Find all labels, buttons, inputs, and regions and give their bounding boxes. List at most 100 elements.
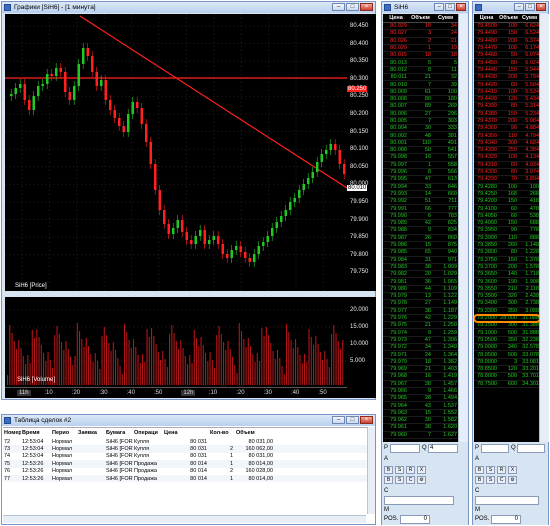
bid-row[interactable]: 79.4420 60 5.594 xyxy=(474,81,540,89)
bid-row[interactable]: 79.4440 150 5.944 xyxy=(474,67,540,75)
ask-row[interactable]: 80.004 30 333 xyxy=(383,125,458,133)
bid-row[interactable]: 79.4460 50 6.074 xyxy=(474,52,540,60)
bid-row[interactable]: 80.015 18 18 xyxy=(383,52,458,60)
trades-table-row[interactable]: 75 12:53:26 Нормал SiH6 [FORTS]Продажа 80 01… xyxy=(3,460,374,468)
ask-row[interactable]: 79.961 38 1.620 xyxy=(383,424,458,432)
ask-row[interactable]: 79.3300 350 3.088 xyxy=(474,308,540,315)
bid-row[interactable]: 79.4500 100 6.624 xyxy=(474,23,540,31)
ask-row[interactable]: 79.4200 150 418 xyxy=(474,198,540,206)
bid-row[interactable]: 79.4490 150 6.524 xyxy=(474,30,540,38)
ask-row[interactable]: 78.8000 500 33.701 xyxy=(474,373,540,381)
bid-row[interactable]: 79.4470 100 6.174 xyxy=(474,45,540,53)
buy-market-button[interactable]: B xyxy=(475,466,484,474)
ask-row[interactable]: 79.989 42 825 xyxy=(383,220,458,228)
bid-row[interactable]: 80.029 10 34 xyxy=(383,23,458,31)
ask-row[interactable]: 79.996 8 566 xyxy=(383,169,458,177)
ask-row[interactable]: 80.012 8 11 xyxy=(383,67,458,75)
ask-row[interactable]: 80.006 27 296 xyxy=(383,111,458,118)
bid-row[interactable]: 80.020 1 19 xyxy=(383,45,458,53)
ask-row[interactable]: 79.981 36 1.065 xyxy=(383,278,458,286)
bid-row[interactable]: 79.4400 120 5.434 xyxy=(474,96,540,104)
ask-row[interactable]: 80.010 7 39 xyxy=(383,81,458,89)
trades-window[interactable]: Таблица сделок #2 – □ × Номер Время Перио З… xyxy=(1,414,376,525)
ask-row[interactable]: 79.988 9 834 xyxy=(383,227,458,235)
trades-column-header[interactable]: Номер xyxy=(3,430,21,436)
ask-row[interactable]: 79.972 34 1.340 xyxy=(383,344,458,352)
maximize-button[interactable]: □ xyxy=(445,3,455,11)
ask-row[interactable]: 79.3500 320 2.438 xyxy=(474,293,540,301)
minimize-button[interactable]: – xyxy=(332,416,345,424)
ask-row[interactable]: 79.3800 80 1.228 xyxy=(474,249,540,257)
bid-row[interactable]: 79.4480 200 6.374 xyxy=(474,38,540,45)
bid-row[interactable]: 79.4430 200 5.794 xyxy=(474,74,540,82)
ask-row[interactable]: 79.970 18 1.382 xyxy=(383,359,458,366)
bid-row[interactable]: 79.4410 100 5.534 xyxy=(474,89,540,96)
order-book-window-2[interactable]: – □ × Цена Объем Сумм 79.4500 100 6.624 79.449… xyxy=(472,1,549,525)
minimize-button[interactable]: – xyxy=(434,3,444,11)
order-book-2-grid[interactable]: Цена Объем Сумм 79.4500 100 6.624 79.4490 150 6.… xyxy=(474,14,540,442)
close-button[interactable]: × xyxy=(536,3,546,11)
price-input[interactable] xyxy=(390,444,420,453)
minimize-button[interactable]: – xyxy=(332,3,345,11)
ask-row[interactable]: 79.0000 340 32.578 xyxy=(474,344,540,352)
ask-row[interactable]: 79.995 47 613 xyxy=(383,176,458,184)
ask-row[interactable]: 80.005 7 303 xyxy=(383,118,458,126)
ask-row[interactable]: 79.3900 110 888 xyxy=(474,235,540,242)
ask-row[interactable]: 79.964 43 1.537 xyxy=(383,402,458,410)
trades-column-header[interactable]: Кол-во xyxy=(209,430,235,436)
ask-row[interactable]: 78.9500 500 33.078 xyxy=(474,351,540,359)
ask-row[interactable]: 79.4100 60 478 xyxy=(474,205,540,213)
reverse-button[interactable]: R xyxy=(497,466,506,474)
ask-row[interactable]: 78.9000 3 33.081 xyxy=(474,359,540,366)
ask-row[interactable]: 79.3650 140 1.718 xyxy=(474,271,540,279)
ask-row[interactable]: 79.4050 60 538 xyxy=(474,213,540,221)
ask-row[interactable]: 79.3850 260 1.148 xyxy=(474,242,540,250)
buy-limit-button[interactable]: B xyxy=(475,476,484,484)
ask-row[interactable]: 79.973 47 1.306 xyxy=(383,337,458,345)
ask-row[interactable]: 79.975 21 1.250 xyxy=(383,322,458,330)
ask-row[interactable]: 79.980 44 1.109 xyxy=(383,286,458,293)
order-book-2-scrollbar[interactable] xyxy=(539,14,549,442)
volume-chart[interactable]: SiH6 [Volume] 11h:10:20:30:40:50 12h:10:2… xyxy=(5,297,347,398)
trades-column-header[interactable]: Цена xyxy=(163,430,209,436)
ask-row[interactable]: 80.011 21 32 xyxy=(383,74,458,82)
order-book-2-titlebar[interactable]: – □ × xyxy=(473,2,548,13)
chart-window-titlebar[interactable]: Графики [SiH6] - [1 минута] – □ × xyxy=(2,2,375,13)
buy-limit-button[interactable]: B xyxy=(384,476,393,484)
ask-row[interactable]: 79.998 16 557 xyxy=(383,154,458,162)
bid-row[interactable]: 79.4320 100 4.134 xyxy=(474,154,540,162)
bid-row[interactable]: 79.4450 80 6.024 xyxy=(474,59,540,67)
bid-row[interactable]: 79.4340 300 4.684 xyxy=(474,140,540,148)
order-book-column-header[interactable]: Цена xyxy=(474,15,498,21)
minimize-button[interactable]: – xyxy=(514,3,524,11)
order-book-column-header[interactable]: Сумм xyxy=(432,15,458,21)
ask-row[interactable]: 79.1000 500 31.888 xyxy=(474,329,540,337)
trades-column-header[interactable]: Операци xyxy=(133,430,163,436)
ask-row[interactable]: 79.971 24 1.364 xyxy=(383,351,458,359)
ask-row[interactable]: 79.997 1 558 xyxy=(383,162,458,169)
ask-row[interactable]: 79.967 38 1.457 xyxy=(383,381,458,388)
ask-row[interactable]: 79.985 65 940 xyxy=(383,249,458,257)
ask-row[interactable]: 78.8500 120 33.201 xyxy=(474,366,540,374)
ask-row[interactable]: 79.3750 150 1.378 xyxy=(474,257,540,264)
sell-market-button[interactable]: S xyxy=(395,466,404,474)
trades-window-titlebar[interactable]: Таблица сделок #2 – □ × xyxy=(2,415,375,426)
trades-horizontal-scrollbar[interactable] xyxy=(3,515,366,523)
ask-row[interactable]: 79.978 27 1.149 xyxy=(383,300,458,308)
sell-market-button[interactable]: S xyxy=(486,466,495,474)
trades-table[interactable]: Номер Время Перио Заявка Бумага Операци Цена Ко… xyxy=(3,427,374,523)
order-book-window-1[interactable]: SiH6 – □ × Цена Объем Сумм 80.029 10 34 80.027… xyxy=(381,1,469,525)
ask-row[interactable]: 79.974 9 1.259 xyxy=(383,329,458,337)
close-button[interactable]: × xyxy=(456,3,466,11)
close-position-button[interactable]: X xyxy=(508,466,517,474)
bid-row[interactable]: 79.4330 250 4.384 xyxy=(474,147,540,155)
ask-row[interactable]: 79.983 38 1.009 xyxy=(383,264,458,272)
ask-row[interactable]: 79.4250 168 268 xyxy=(474,191,540,199)
trades-column-header[interactable]: Перио xyxy=(51,430,77,436)
ask-row[interactable]: 79.979 13 1.122 xyxy=(383,293,458,301)
ask-row[interactable]: 79.968 16 1.419 xyxy=(383,373,458,381)
ask-row[interactable]: 79.986 15 875 xyxy=(383,242,458,250)
price-input[interactable] xyxy=(481,444,509,453)
buy-market-button[interactable]: B xyxy=(384,466,393,474)
bid-row[interactable]: 79.4390 80 5.314 xyxy=(474,103,540,111)
